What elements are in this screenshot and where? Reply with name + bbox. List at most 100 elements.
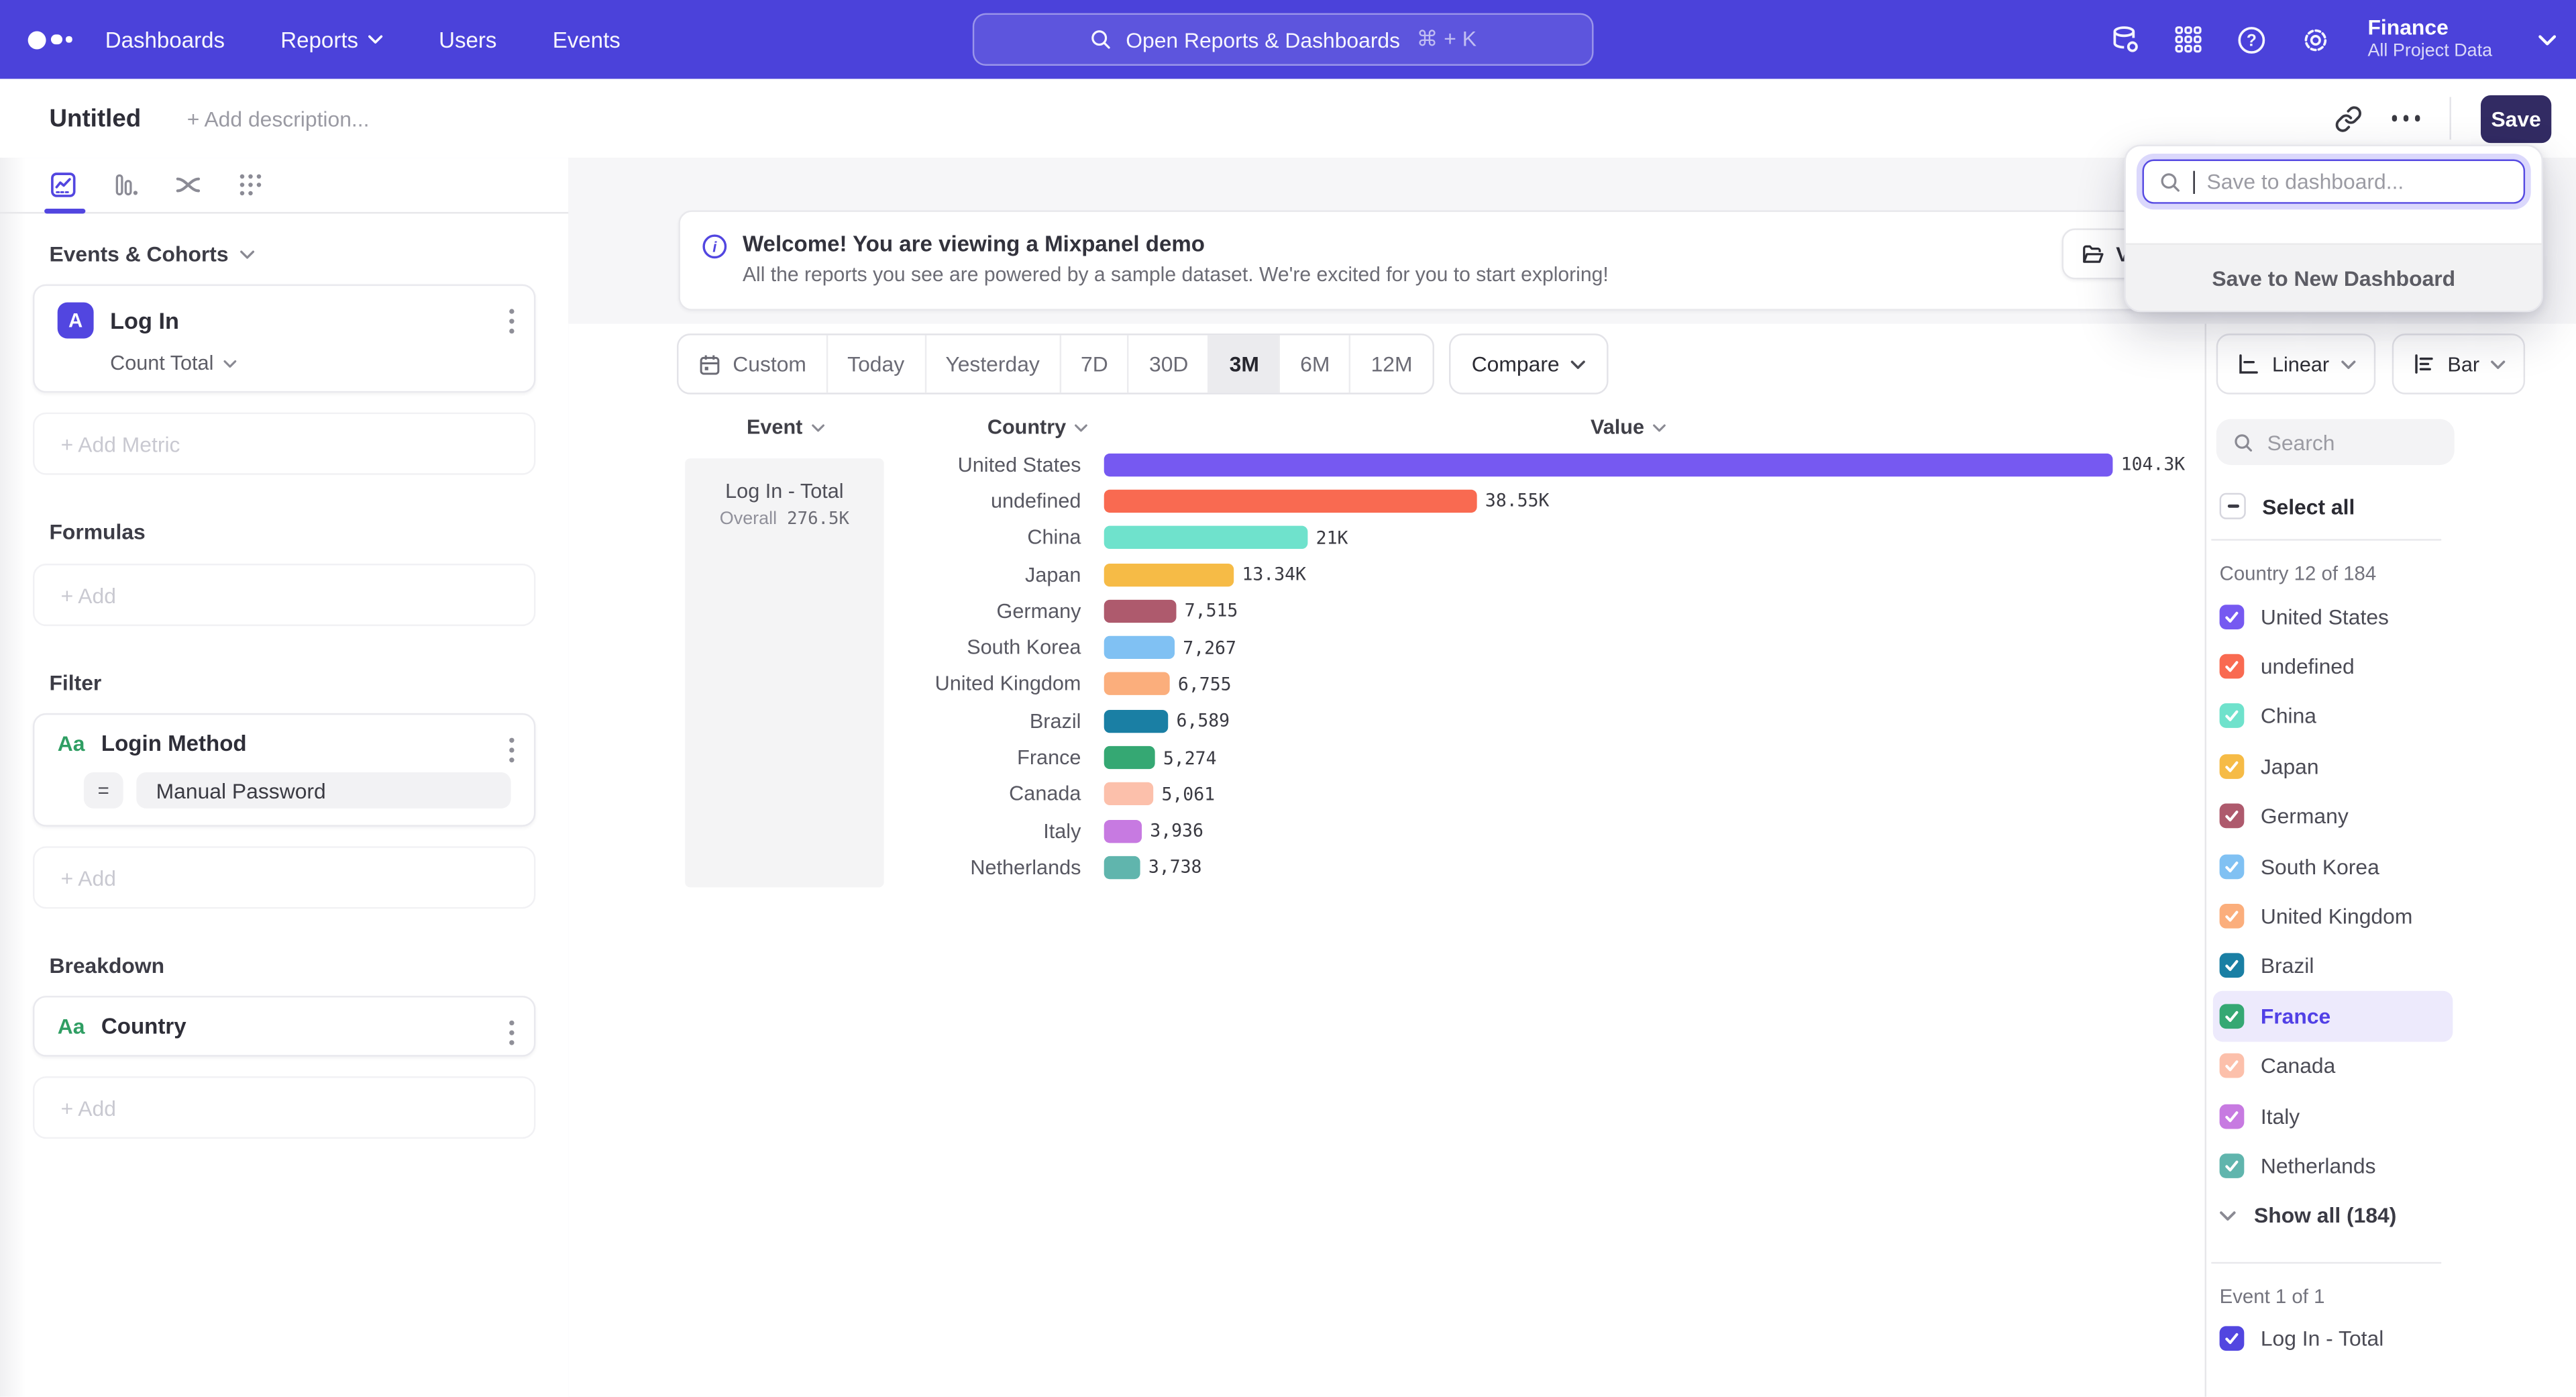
add-filter-button[interactable]: + Add <box>33 846 535 909</box>
date-range-12m[interactable]: 12M <box>1351 335 1432 393</box>
text-cursor <box>2193 170 2195 193</box>
date-range-yesterday[interactable]: Yesterday <box>926 335 1061 393</box>
apps-grid-icon[interactable] <box>2174 25 2203 54</box>
country-filter-item[interactable]: Italy <box>2213 1091 2453 1141</box>
add-metric-button[interactable]: + Add Metric <box>33 413 535 475</box>
chart-row: United States104.3K <box>568 446 2204 483</box>
breakdown-kebab-icon[interactable] <box>509 1021 514 1045</box>
country-checkbox[interactable] <box>2220 953 2245 978</box>
chart-bar[interactable] <box>1104 636 1175 659</box>
country-filter-item[interactable]: Japan <box>2213 741 2453 791</box>
info-icon: i <box>702 234 728 260</box>
nav-item-events[interactable]: Events <box>553 27 621 52</box>
event-filter-item[interactable]: Log In - Total <box>2213 1314 2453 1363</box>
filter-kebab-icon[interactable] <box>509 738 514 763</box>
country-filter-item[interactable]: South Korea <box>2213 841 2453 891</box>
settings-gear-icon[interactable] <box>2300 24 2332 56</box>
breakdown-card[interactable]: Aa Country <box>33 996 535 1057</box>
country-checkbox[interactable] <box>2220 904 2245 929</box>
select-all-checkbox[interactable] <box>2220 493 2246 519</box>
project-switcher[interactable]: Finance All Project Data <box>2367 17 2492 62</box>
more-options-icon[interactable] <box>2392 115 2420 121</box>
country-checkbox[interactable] <box>2220 654 2245 679</box>
date-range-custom[interactable]: Custom <box>678 335 827 393</box>
country-filter-item[interactable]: United States <box>2213 592 2453 641</box>
date-range-today[interactable]: Today <box>828 335 926 393</box>
select-all-row[interactable]: Select all <box>2220 493 2576 519</box>
country-checkbox[interactable] <box>2220 1104 2245 1129</box>
country-checkbox[interactable] <box>2220 604 2245 629</box>
chart-bar[interactable] <box>1104 490 1477 513</box>
chart-row-country-label: Canada <box>568 782 1104 805</box>
help-icon[interactable]: ? <box>2237 24 2268 56</box>
country-checkbox[interactable] <box>2220 854 2245 879</box>
scale-selector-button[interactable]: Linear <box>2216 333 2375 395</box>
filter-value[interactable]: Manual Password <box>136 772 511 809</box>
country-checkbox[interactable] <box>2220 754 2245 779</box>
show-all-toggle[interactable]: Show all (184) <box>2220 1191 2576 1240</box>
nav-item-reports[interactable]: Reports <box>280 27 383 52</box>
country-filter-item[interactable]: undefined <box>2213 641 2453 691</box>
events-cohorts-header[interactable]: Events & Cohorts <box>49 242 568 266</box>
country-filter-item[interactable]: Germany <box>2213 791 2453 841</box>
report-title[interactable]: Untitled <box>49 105 141 133</box>
date-range-3m[interactable]: 3M <box>1210 335 1280 393</box>
save-dashboard-search-input[interactable]: Save to dashboard... <box>2142 160 2525 204</box>
chart-bar[interactable] <box>1104 526 1308 549</box>
retention-tab-icon[interactable] <box>237 171 265 199</box>
chart-bar[interactable] <box>1104 782 1153 805</box>
copy-link-icon[interactable] <box>2334 105 2362 133</box>
column-header-country[interactable]: Country <box>987 416 1087 439</box>
chart-bar[interactable] <box>1104 856 1140 879</box>
chart-bar[interactable] <box>1104 599 1177 622</box>
nav-item-dashboards[interactable]: Dashboards <box>105 27 225 52</box>
metric-card[interactable]: A Log In Count Total <box>33 284 535 393</box>
chevron-down-icon[interactable] <box>2538 34 2557 45</box>
funnels-tab-icon[interactable] <box>112 171 140 199</box>
chart-bar[interactable] <box>1104 819 1142 842</box>
metric-kebab-icon[interactable] <box>509 309 514 333</box>
country-checkbox[interactable] <box>2220 1053 2245 1078</box>
column-header-value[interactable]: Value <box>1554 416 1702 439</box>
column-header-event[interactable]: Event <box>726 416 844 439</box>
chart-type-button[interactable]: Bar <box>2392 333 2525 395</box>
compare-button[interactable]: Compare <box>1448 333 1609 395</box>
chart-bar[interactable] <box>1104 673 1170 696</box>
country-filter-item[interactable]: France <box>2213 991 2453 1041</box>
filter-property-name[interactable]: Login Method <box>101 731 247 756</box>
add-breakdown-button[interactable]: + Add <box>33 1076 535 1139</box>
metric-aggregation[interactable]: Count Total <box>110 352 514 374</box>
chart-bar[interactable] <box>1104 709 1169 732</box>
country-checkbox[interactable] <box>2220 1004 2245 1029</box>
global-search-button[interactable]: Open Reports & Dashboards ⌘ + K <box>973 13 1594 66</box>
metric-event-name[interactable]: Log In <box>110 307 179 333</box>
chart-bar[interactable] <box>1104 563 1234 586</box>
country-filter-item[interactable]: Canada <box>2213 1041 2453 1090</box>
save-button[interactable]: Save <box>2481 95 2551 142</box>
flows-tab-icon[interactable] <box>174 171 203 199</box>
country-checkbox[interactable] <box>2220 804 2245 829</box>
filter-operator[interactable]: = <box>84 772 123 809</box>
country-filter-item[interactable]: China <box>2213 691 2453 741</box>
date-range-6m[interactable]: 6M <box>1281 335 1351 393</box>
country-filter-item[interactable]: Brazil <box>2213 941 2453 991</box>
event-checkbox[interactable] <box>2220 1327 2245 1351</box>
breakdown-property-name[interactable]: Country <box>101 1014 186 1039</box>
save-to-new-dashboard-button[interactable]: Save to New Dashboard <box>2126 243 2542 310</box>
data-management-icon[interactable] <box>2110 24 2141 56</box>
add-formula-button[interactable]: + Add <box>33 564 535 626</box>
segment-search-input[interactable]: Search <box>2216 419 2455 465</box>
insights-tab-icon[interactable] <box>49 171 77 199</box>
country-filter-item[interactable]: Netherlands <box>2213 1141 2453 1190</box>
add-description-button[interactable]: + Add description... <box>187 106 370 131</box>
chart-bar[interactable] <box>1104 746 1155 769</box>
country-filter-item[interactable]: United Kingdom <box>2213 891 2453 941</box>
filter-card[interactable]: Aa Login Method = Manual Password <box>33 713 535 827</box>
country-checkbox[interactable] <box>2220 704 2245 729</box>
country-checkbox[interactable] <box>2220 1153 2245 1178</box>
date-range-7d[interactable]: 7D <box>1061 335 1130 393</box>
chart-bar[interactable] <box>1104 453 2113 476</box>
nav-item-users[interactable]: Users <box>439 27 496 52</box>
date-range-30d[interactable]: 30D <box>1130 335 1210 393</box>
mixpanel-logo-icon[interactable] <box>28 30 84 48</box>
